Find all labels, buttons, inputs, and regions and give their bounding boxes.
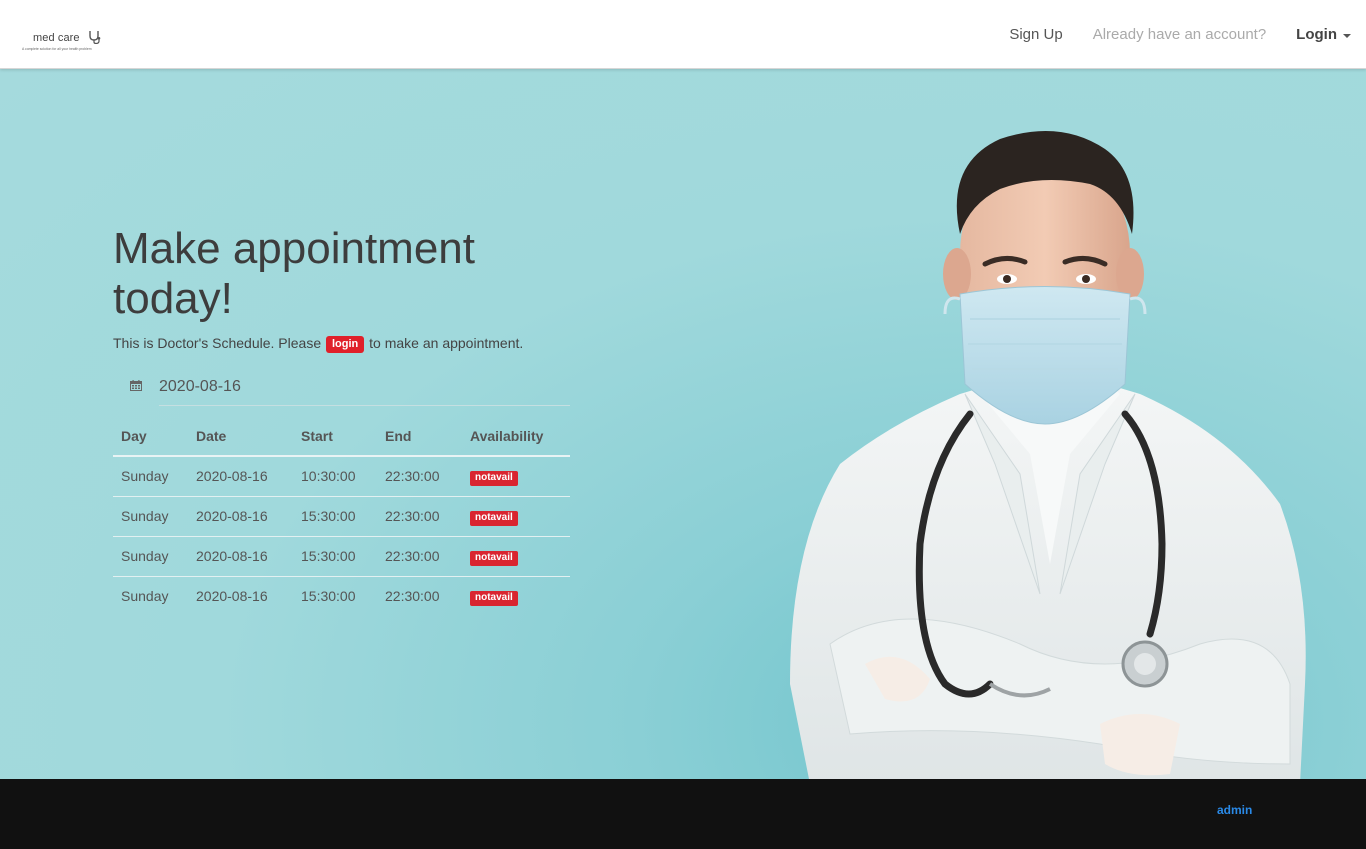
already-account-text: Already have an account?: [1092, 26, 1267, 43]
cell-date: 2020-08-16: [188, 456, 293, 497]
brand-logo[interactable]: med care A complete solution for all you…: [20, 29, 116, 55]
cell-day: Sunday: [113, 456, 188, 497]
date-input[interactable]: [159, 369, 570, 406]
cell-end: 22:30:00: [377, 456, 462, 497]
cell-day: Sunday: [113, 536, 188, 577]
cell-end: 22:30:00: [377, 536, 462, 577]
column-header-day: Day: [113, 416, 188, 457]
column-header-end: End: [377, 416, 462, 457]
cell-start: 15:30:00: [301, 588, 356, 605]
table-row: Sunday 2020-08-16 15:30:00 22:30:00 nota…: [113, 496, 570, 537]
status-badge: notavail: [470, 550, 518, 566]
cell-availability: notavail: [462, 456, 570, 497]
cell-availability: notavail: [462, 576, 570, 616]
table-header-row: Day Date Start End Availability: [113, 416, 570, 457]
column-header-start: Start: [293, 416, 377, 457]
status-badge: notavail: [470, 590, 518, 606]
brand-tagline: A complete solution for all your health …: [22, 47, 92, 51]
column-header-availability: Availability: [462, 416, 570, 457]
table-row: Sunday 2020-08-16 15:30:00 22:30:00 nota…: [113, 576, 570, 616]
cell-start: 10:30:00: [293, 456, 377, 497]
nav-links: Sign Up Already have an account? Login: [994, 0, 1366, 69]
subtext-after: to make an appointment.: [369, 335, 524, 351]
status-badge: notavail: [470, 510, 518, 526]
caret-down-icon: [1343, 33, 1351, 38]
cell-start: 15:30:00: [293, 536, 377, 577]
login-dropdown[interactable]: Login: [1281, 0, 1366, 69]
page-title: Make appointment today!: [113, 224, 475, 323]
column-header-date: Date: [188, 416, 293, 457]
table-row: Sunday 2020-08-16 10:30:00 22:30:00 nota…: [113, 456, 570, 497]
schedule-description: This is Doctor's Schedule. Please login …: [113, 335, 523, 353]
login-dropdown-label: Login: [1296, 26, 1337, 43]
cell-availability: notavail: [462, 536, 570, 577]
cell-end: 22:30:00: [385, 588, 440, 605]
table-row: Sunday 2020-08-16 15:30:00 22:30:00 nota…: [113, 536, 570, 577]
cell-day: Sunday: [113, 496, 188, 537]
footer: admin: [0, 779, 1366, 849]
login-badge-button[interactable]: login: [326, 336, 365, 353]
subtext-before: This is Doctor's Schedule. Please: [113, 335, 322, 351]
stethoscope-icon: [89, 31, 101, 44]
cell-availability: notavail: [462, 496, 570, 537]
calendar-icon: [130, 380, 142, 391]
signup-link[interactable]: Sign Up: [994, 0, 1077, 69]
brand-name: med care: [33, 32, 80, 44]
cell-date: 2020-08-16: [188, 496, 293, 537]
cell-day: Sunday: [121, 588, 169, 605]
hero-section: Make appointment today! This is Doctor's…: [0, 69, 1366, 779]
navbar: med care A complete solution for all you…: [0, 0, 1366, 69]
schedule-table: Day Date Start End Availability Sunday 2…: [113, 416, 570, 616]
status-badge: notavail: [470, 470, 518, 486]
cell-end: 22:30:00: [377, 496, 462, 537]
cell-date: 2020-08-16: [196, 588, 268, 605]
admin-link[interactable]: admin: [1217, 803, 1252, 817]
doctor-image: [790, 131, 1306, 779]
cell-date: 2020-08-16: [188, 536, 293, 577]
cell-start: 15:30:00: [293, 496, 377, 537]
date-picker: [113, 369, 570, 406]
